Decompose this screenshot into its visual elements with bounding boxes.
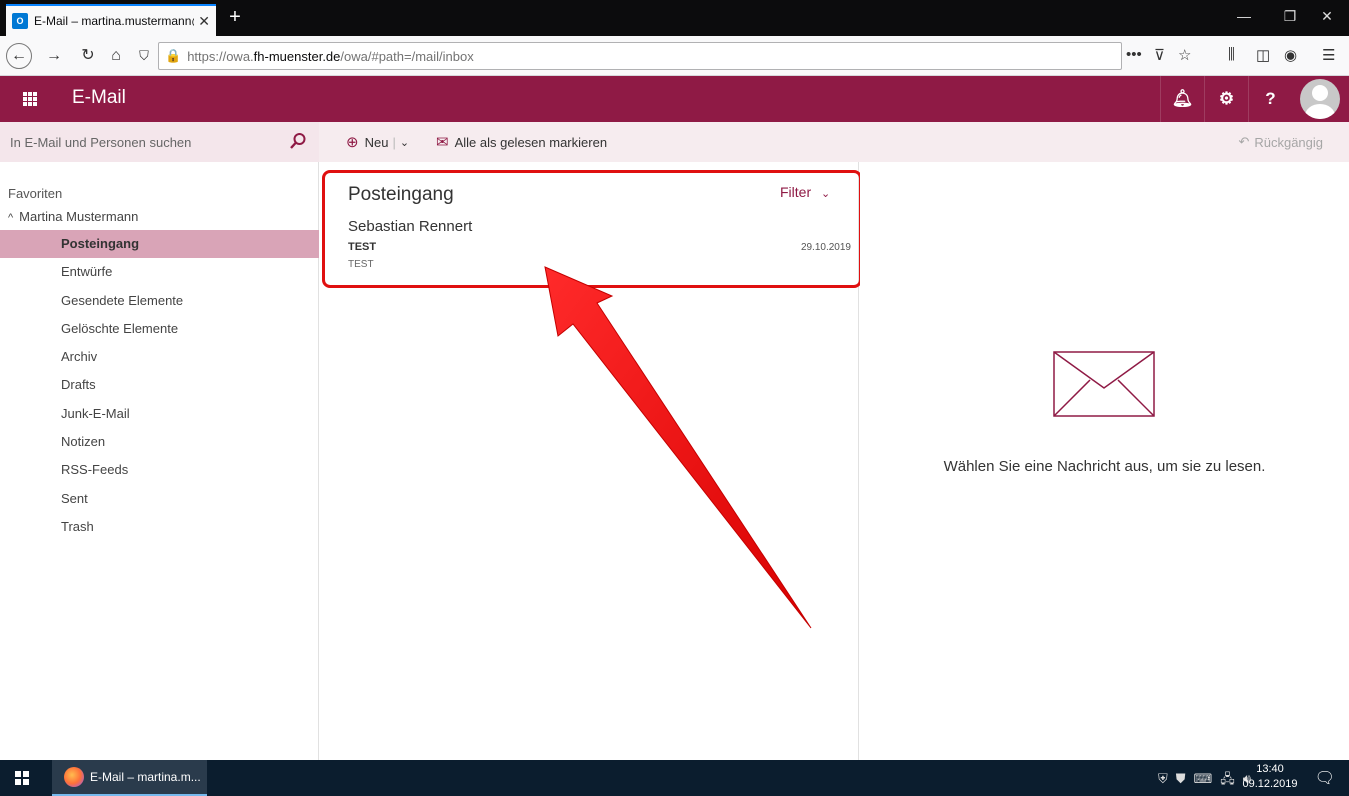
- filter-button[interactable]: Filter ⌄: [780, 184, 830, 200]
- mark-all-read-button[interactable]: ✉ Alle als gelesen markieren: [436, 122, 607, 162]
- message-sender: Sebastian Rennert: [348, 218, 473, 235]
- search-icon[interactable]: [289, 132, 307, 150]
- library-icon[interactable]: ⫼: [1228, 46, 1235, 63]
- new-message-button[interactable]: ⊕ Neu | ⌄: [346, 122, 409, 162]
- chevron-down-icon[interactable]: ⌄: [400, 136, 409, 149]
- menu-icon[interactable]: ☰: [1322, 46, 1335, 64]
- bell-icon[interactable]: 🔔︎: [1160, 76, 1204, 122]
- back-button[interactable]: ←: [6, 43, 32, 69]
- sidebar-icon[interactable]: ◫: [1256, 46, 1270, 64]
- minimize-icon[interactable]: —: [1224, 8, 1264, 24]
- list-item[interactable]: Sebastian Rennert TEST 29.10.2019 TEST: [320, 214, 859, 280]
- pocket-icon[interactable]: ⊽: [1154, 46, 1165, 64]
- restore-icon[interactable]: ❐: [1270, 8, 1310, 25]
- envelope-icon: [1053, 351, 1155, 417]
- taskbar-app-firefox[interactable]: E-Mail – martina.m...: [52, 760, 207, 796]
- folder-item-notizen[interactable]: Notizen: [0, 428, 319, 456]
- firefox-icon: [64, 767, 84, 787]
- url-host: fh-muenster.de: [253, 48, 341, 64]
- avatar[interactable]: [1300, 79, 1340, 119]
- notification-icon[interactable]: 🗨︎: [1315, 768, 1335, 788]
- page-actions-icon[interactable]: •••: [1126, 46, 1142, 63]
- message-list-title: Posteingang: [348, 184, 454, 205]
- browser-tab[interactable]: O E-Mail – martina.mustermann@ ✕: [6, 4, 216, 36]
- gear-icon[interactable]: ⚙: [1204, 76, 1248, 122]
- message-subject: TEST: [348, 241, 377, 253]
- taskbar: E-Mail – martina.m... ⛨⛊⌨🖧🔊︎ 13:40 09.12…: [0, 760, 1349, 796]
- account-icon[interactable]: ◉: [1284, 46, 1297, 64]
- clock[interactable]: 13:40 09.12.2019: [1240, 762, 1300, 792]
- reading-pane: Wählen Sie eine Nachricht aus, um sie zu…: [860, 162, 1349, 760]
- folder-item-geloeschte-elemente[interactable]: Gelöschte Elemente: [0, 315, 319, 343]
- clock-date: 09.12.2019: [1242, 778, 1298, 790]
- help-icon[interactable]: ?: [1248, 76, 1292, 122]
- account-name: Martina Mustermann: [19, 209, 139, 224]
- folder-item-posteingang[interactable]: Posteingang: [0, 230, 319, 259]
- folder-pane: Favoriten ^ Martina Mustermann Posteingan…: [0, 162, 319, 760]
- clock-time: 13:40: [1256, 763, 1284, 775]
- plus-circle-icon: ⊕: [346, 134, 359, 151]
- open-envelope-icon: ✉: [436, 134, 449, 151]
- url-path: /owa/#path=/mail/inbox: [340, 48, 474, 64]
- account-header[interactable]: ^ Martina Mustermann: [8, 209, 138, 224]
- folder-list: Posteingang Entwürfe Gesendete Elemente …: [0, 230, 319, 541]
- home-button[interactable]: ⌂: [104, 44, 128, 68]
- folder-item-gesendete-elemente[interactable]: Gesendete Elemente: [0, 287, 319, 315]
- command-bar: In E-Mail und Personen suchen ⊕ Neu | ⌄ …: [0, 122, 1349, 162]
- folder-item-archiv[interactable]: Archiv: [0, 343, 319, 371]
- message-list: Posteingang Filter ⌄ Sebastian Rennert T…: [320, 162, 859, 760]
- browser-nav-bar: ← → ↻ ⌂ ⛉ 🔒 https://owa. fh-muenster.de/o…: [0, 36, 1349, 76]
- reload-button[interactable]: ↻: [76, 44, 100, 68]
- mark-all-read-label: Alle als gelesen markieren: [454, 134, 608, 150]
- url-prefix: https://owa.: [187, 48, 254, 64]
- favorites-header[interactable]: Favoriten: [8, 186, 62, 201]
- browser-tab-strip: O E-Mail – martina.mustermann@ ✕ + — ❐ ✕: [0, 0, 1349, 36]
- folder-item-sent[interactable]: Sent: [0, 485, 319, 513]
- screen: O E-Mail – martina.mustermann@ ✕ + — ❐ ✕…: [0, 0, 1349, 796]
- undo-button[interactable]: ↶ Rückgängig: [1238, 122, 1323, 162]
- folder-item-entwuerfe[interactable]: Entwürfe: [0, 258, 319, 286]
- lock-icon: 🔒: [165, 48, 182, 63]
- folder-item-trash[interactable]: Trash: [0, 513, 319, 541]
- new-label: Neu: [364, 134, 389, 150]
- search-input[interactable]: In E-Mail und Personen suchen: [0, 122, 319, 162]
- undo-label: Rückgängig: [1254, 134, 1323, 150]
- app-header: E-Mail 🔔︎ ⚙ ?: [0, 76, 1349, 122]
- bookmark-star-icon[interactable]: ☆: [1178, 46, 1191, 64]
- tracking-shield-icon[interactable]: ⛉: [132, 44, 156, 68]
- message-date: 29.10.2019: [800, 242, 851, 253]
- close-window-icon[interactable]: ✕: [1307, 8, 1347, 25]
- app-title: E-Mail: [72, 87, 126, 108]
- undo-icon: ↶: [1238, 134, 1250, 149]
- new-tab-button[interactable]: +: [222, 6, 248, 30]
- folder-item-junk[interactable]: Junk-E-Mail: [0, 400, 319, 428]
- outlook-icon: O: [12, 13, 28, 29]
- close-tab-icon[interactable]: ✕: [198, 13, 210, 30]
- search-placeholder: In E-Mail und Personen suchen: [10, 134, 192, 150]
- folder-item-rss-feeds[interactable]: RSS-Feeds: [0, 456, 319, 484]
- folder-item-drafts[interactable]: Drafts: [0, 371, 319, 399]
- empty-reading-pane-text: Wählen Sie eine Nachricht aus, um sie zu…: [943, 458, 1266, 475]
- chevron-down-icon: ⌄: [821, 188, 831, 200]
- waffle-icon: [23, 92, 37, 106]
- start-button[interactable]: [0, 760, 44, 796]
- message-preview: TEST: [348, 259, 374, 270]
- address-bar[interactable]: 🔒 https://owa. fh-muenster.de/owa/#path=/…: [158, 42, 1122, 70]
- chevron-up-icon: ^: [8, 212, 14, 224]
- forward-button[interactable]: →: [42, 44, 66, 68]
- windows-icon: [15, 771, 29, 785]
- taskbar-app-label: E-Mail – martina.m...: [90, 770, 201, 784]
- app-launcher-button[interactable]: [0, 76, 60, 122]
- filter-label: Filter: [780, 184, 812, 200]
- tab-title: E-Mail – martina.mustermann@: [34, 14, 195, 28]
